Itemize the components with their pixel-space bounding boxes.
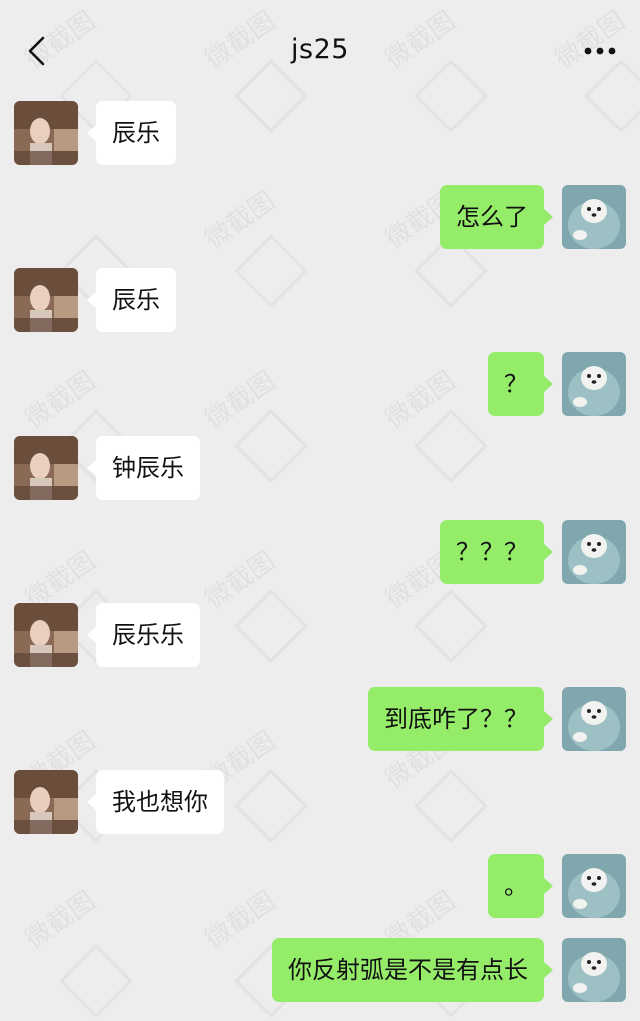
more-button[interactable]	[580, 36, 620, 66]
message-bubble-incoming[interactable]: 辰乐	[87, 101, 176, 165]
message-row: 钟辰乐	[0, 436, 640, 500]
message-bubble-outgoing[interactable]: 。	[488, 854, 553, 918]
more-horizontal-icon	[584, 47, 616, 55]
message-row: ？	[0, 352, 640, 416]
message-bubble-outgoing[interactable]: ？	[488, 352, 553, 416]
message-bubble-outgoing[interactable]: ？？？	[440, 520, 553, 584]
contact-avatar[interactable]	[14, 770, 78, 834]
contact-avatar[interactable]	[14, 603, 78, 667]
my-avatar[interactable]	[562, 352, 626, 416]
message-bubble-outgoing[interactable]: 到底咋了？？	[368, 687, 553, 751]
message-bubble-incoming[interactable]: 钟辰乐	[87, 436, 200, 500]
message-row: 辰乐	[0, 101, 640, 165]
message-row: 辰乐乐	[0, 603, 640, 667]
message-bubble-incoming[interactable]: 我也想你	[87, 770, 224, 834]
my-avatar[interactable]	[562, 938, 626, 1002]
chat-header: js25	[0, 0, 640, 100]
message-bubble-incoming[interactable]: 辰乐	[87, 268, 176, 332]
message-bubble-outgoing[interactable]: 你反射弧是不是有点长	[272, 938, 553, 1002]
message-row: 怎么了	[0, 185, 640, 249]
message-row: 到底咋了？？	[0, 687, 640, 751]
message-bubble-outgoing[interactable]: 怎么了	[440, 185, 553, 249]
message-row: ？？？	[0, 520, 640, 584]
contact-avatar[interactable]	[14, 436, 78, 500]
chat-title: js25	[291, 34, 349, 65]
my-avatar[interactable]	[562, 520, 626, 584]
message-row: 你反射弧是不是有点长	[0, 938, 640, 1002]
message-bubble-incoming[interactable]: 辰乐乐	[87, 603, 200, 667]
my-avatar[interactable]	[562, 687, 626, 751]
my-avatar[interactable]	[562, 185, 626, 249]
my-avatar[interactable]	[562, 854, 626, 918]
message-row: 辰乐	[0, 268, 640, 332]
message-row: 。	[0, 854, 640, 918]
message-row: 我也想你	[0, 770, 640, 834]
contact-avatar[interactable]	[14, 268, 78, 332]
contact-avatar[interactable]	[14, 101, 78, 165]
